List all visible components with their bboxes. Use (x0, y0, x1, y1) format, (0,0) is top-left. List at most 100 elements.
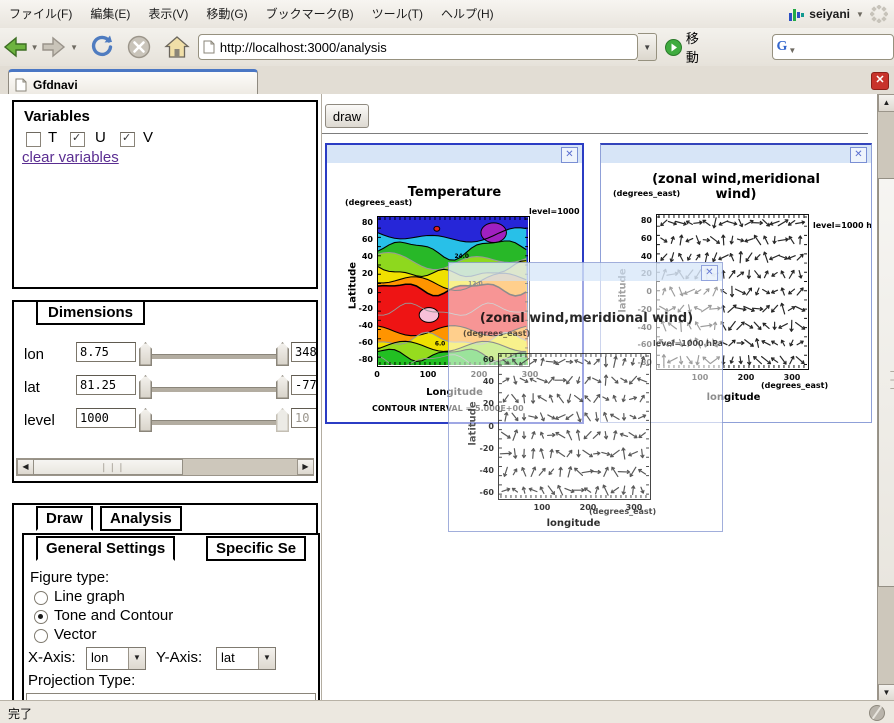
forward-button[interactable] (40, 32, 70, 62)
browser-tab-gfdnavi[interactable]: Gfdnavi (8, 69, 258, 97)
x-axis-select[interactable]: lon▼ (86, 647, 146, 670)
window-titlebar[interactable] (327, 145, 582, 163)
menu-bookmarks[interactable]: ブックマーク(B) (257, 1, 363, 28)
y-tick-label: 0 (468, 423, 494, 431)
search-engine-caret-icon[interactable]: ▼ (787, 46, 797, 55)
dimensions-horizontal-scrollbar[interactable]: ◀ ❘❘❘ ▶ (16, 458, 314, 476)
dim-label-lat: lat (24, 379, 40, 396)
tab-specific-settings[interactable]: Specific Se (206, 536, 306, 561)
plot-level-label: level=1000 hPa (813, 221, 872, 230)
lon-min-input[interactable] (76, 342, 136, 362)
status-progress-icon (869, 705, 885, 721)
vertical-scrollbar[interactable]: ▲ ❘❘❘ ▼ (877, 94, 894, 700)
y-tick-label: 40 (468, 378, 494, 386)
variable-checkbox-U[interactable]: ✓ (70, 132, 85, 147)
svg-text:6.0: 6.0 (435, 341, 445, 347)
lon-max-input[interactable] (291, 342, 318, 362)
lon-slider-handle-min[interactable] (139, 342, 152, 366)
scroll-left-arrow-icon[interactable]: ◀ (17, 459, 34, 475)
y-tick-label: -20 (468, 445, 494, 453)
go-button[interactable]: 移動 (686, 28, 712, 66)
scrollbar-thumb[interactable]: ❘❘❘ (878, 178, 894, 587)
tab-close-button[interactable]: ✕ (871, 72, 889, 90)
search-engine-icon[interactable]: G (777, 39, 788, 55)
window-close-button[interactable]: ✕ (561, 147, 578, 163)
x-axis-label: X-Axis: (28, 649, 76, 666)
reload-button[interactable] (87, 32, 117, 62)
lat-min-input[interactable] (76, 375, 136, 395)
window-close-button[interactable]: ✕ (701, 265, 718, 281)
variables-panel: Variables T ✓ U ✓ V clear variables (12, 100, 318, 289)
plot-level-label: level=1000 mb (529, 207, 584, 216)
plot-unit-label: (degrees_east) (345, 198, 412, 207)
menu-help[interactable]: ヘルプ(H) (432, 1, 503, 28)
go-icon[interactable] (665, 39, 682, 56)
x-tick-label: 100 (415, 371, 441, 379)
window-titlebar[interactable] (601, 145, 871, 163)
menu-go[interactable]: 移動(G) (197, 1, 256, 28)
menu-tools[interactable]: ツール(T) (363, 1, 432, 28)
throbber-icon (870, 5, 888, 23)
menu-view[interactable]: 表示(V) (139, 1, 197, 28)
lon-slider-track[interactable] (146, 354, 282, 359)
search-box[interactable]: G ▼ (772, 34, 894, 60)
menu-edit[interactable]: 編集(E) (81, 1, 139, 28)
variable-checkbox-T[interactable] (26, 132, 41, 147)
figure-type-radio-tone-and-contour[interactable] (34, 610, 48, 624)
plot-level-label: level=1000 hPa (653, 339, 723, 348)
reload-icon (89, 34, 115, 60)
figure-type-option-tone-and-contour[interactable]: Tone and Contour (54, 607, 173, 624)
level-slider-track[interactable] (146, 420, 282, 425)
clear-variables-link[interactable]: clear variables (22, 149, 119, 166)
y-axis-select[interactable]: lat▼ (216, 647, 276, 670)
draw-button[interactable]: draw (325, 104, 369, 128)
variables-title: Variables (24, 108, 90, 125)
url-bar[interactable]: http://localhost:3000/analysis (198, 34, 638, 60)
dimensions-panel: Dimensions lon lat level ◀ ❘❘❘ ▶ (12, 300, 318, 483)
x-axis-unit-label: (degrees_east) (761, 381, 828, 390)
draw-tab-content: General Settings Specific Se Figure type… (22, 533, 320, 700)
equalizer-icon (788, 6, 804, 22)
lat-max-input[interactable] (291, 375, 318, 395)
user-menu-caret-icon[interactable]: ▼ (855, 10, 865, 19)
url-input[interactable]: http://localhost:3000/analysis (220, 40, 387, 55)
scrollbar-thumb[interactable]: ❘❘❘ (33, 459, 183, 475)
lat-slider-handle-min[interactable] (139, 375, 152, 399)
chevron-down-icon[interactable]: ▼ (258, 648, 275, 669)
variable-checkbox-V[interactable]: ✓ (120, 132, 135, 147)
level-slider-handle-min[interactable] (139, 408, 152, 432)
scroll-right-arrow-icon[interactable]: ▶ (297, 459, 314, 475)
plot-window-wind-dragging[interactable]: ✕ (zonal wind,meridional wind) (degrees_… (448, 262, 723, 532)
scroll-up-arrow-icon[interactable]: ▲ (878, 94, 894, 112)
lon-slider-handle-max[interactable] (276, 342, 289, 366)
projection-type-listbox[interactable]: rectangular uniform coordinate (26, 693, 316, 700)
y-tick-label: 40 (626, 253, 652, 261)
y-tick-label: 0 (347, 288, 373, 296)
wind-vector-plot (498, 353, 651, 500)
lat-slider-handle-max[interactable] (276, 375, 289, 399)
menu-file[interactable]: ファイル(F) (0, 1, 81, 28)
variable-label-U: U (95, 129, 106, 146)
dim-label-level: level (24, 412, 55, 429)
dim-label-lon: lon (24, 346, 44, 363)
plot-area-pane: draw ✕ Temperature (degrees_east) level=… (322, 94, 877, 700)
lat-slider-track[interactable] (146, 387, 282, 392)
tab-draw[interactable]: Draw (36, 506, 93, 531)
tab-analysis[interactable]: Analysis (100, 506, 182, 531)
stop-button[interactable] (125, 32, 155, 62)
back-button[interactable] (0, 32, 30, 62)
figure-type-radio-line-graph[interactable] (34, 591, 48, 605)
figure-type-option-vector[interactable]: Vector (54, 626, 97, 643)
window-close-button[interactable]: ✕ (850, 147, 867, 163)
home-button[interactable] (162, 32, 192, 62)
window-titlebar[interactable] (449, 263, 722, 281)
forward-dropdown-caret-icon[interactable]: ▼ (69, 43, 79, 52)
tab-general-settings[interactable]: General Settings (36, 536, 175, 561)
chevron-down-icon[interactable]: ▼ (128, 648, 145, 669)
back-dropdown-caret-icon[interactable]: ▼ (30, 43, 40, 52)
level-min-input[interactable] (76, 408, 136, 428)
url-history-dropdown-button[interactable]: ▼ (638, 33, 657, 61)
figure-type-radio-vector[interactable] (34, 629, 48, 643)
user-menu-label[interactable]: seiyani (809, 7, 850, 21)
figure-type-option-line-graph[interactable]: Line graph (54, 588, 125, 605)
